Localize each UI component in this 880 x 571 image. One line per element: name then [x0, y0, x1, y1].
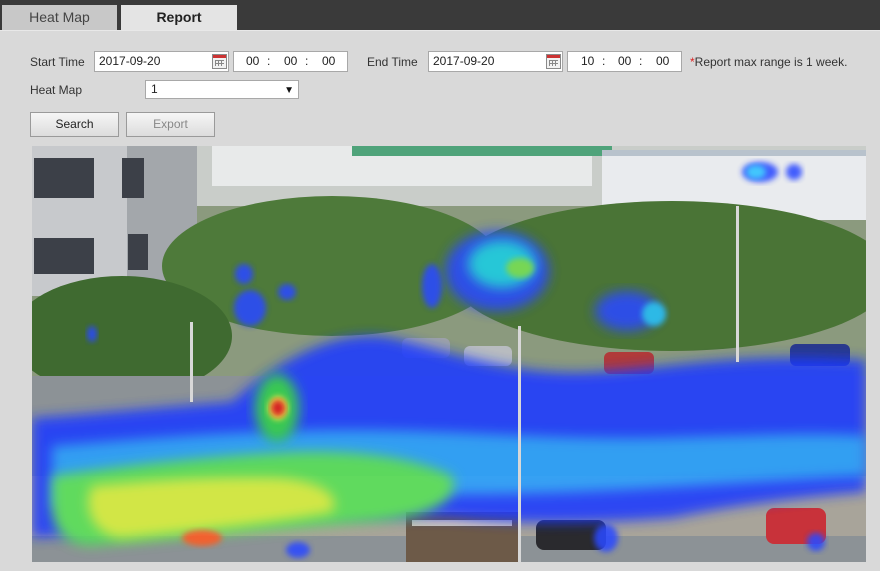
start-time-field[interactable]: 00 : 00 : 00 [233, 51, 348, 72]
end-minute[interactable]: 00 [618, 52, 631, 71]
heat-map-image [32, 146, 866, 562]
heat-map-select[interactable]: 1 ▼ [145, 80, 299, 99]
heat-map-selected-value: 1 [151, 82, 158, 96]
tab-heat-map[interactable]: Heat Map [2, 5, 117, 30]
range-note-text: Report max range is 1 week. [694, 55, 848, 69]
end-date-value: 2017-09-20 [433, 54, 495, 68]
heat-map-scene [32, 146, 866, 562]
calendar-icon[interactable] [546, 54, 561, 69]
end-time-label: End Time [367, 55, 418, 69]
time-separator: : [639, 54, 643, 68]
end-date-field[interactable]: 2017-09-20 [428, 51, 563, 72]
time-separator: : [602, 54, 606, 68]
start-hour[interactable]: 00 [246, 52, 259, 71]
start-date-field[interactable]: 2017-09-20 [94, 51, 229, 72]
chevron-down-icon: ▼ [284, 85, 294, 96]
tab-bar: Heat Map Report [0, 0, 880, 30]
report-panel: Start Time 2017-09-20 00 : 00 : 00 End T… [0, 30, 880, 571]
range-note: *Report max range is 1 week. [690, 55, 847, 69]
end-second[interactable]: 00 [656, 52, 669, 71]
search-button[interactable]: Search [30, 112, 119, 137]
end-time-field[interactable]: 10 : 00 : 00 [567, 51, 682, 72]
heat-map-label: Heat Map [30, 83, 83, 97]
start-date-value: 2017-09-20 [99, 54, 161, 68]
time-separator: : [305, 54, 309, 68]
calendar-icon[interactable] [212, 54, 227, 69]
end-hour[interactable]: 10 [581, 52, 594, 71]
start-second[interactable]: 00 [322, 52, 335, 71]
start-minute[interactable]: 00 [284, 52, 297, 71]
tab-report[interactable]: Report [121, 5, 237, 30]
export-button[interactable]: Export [126, 112, 215, 137]
time-separator: : [267, 54, 271, 68]
start-time-label: Start Time [30, 55, 85, 69]
